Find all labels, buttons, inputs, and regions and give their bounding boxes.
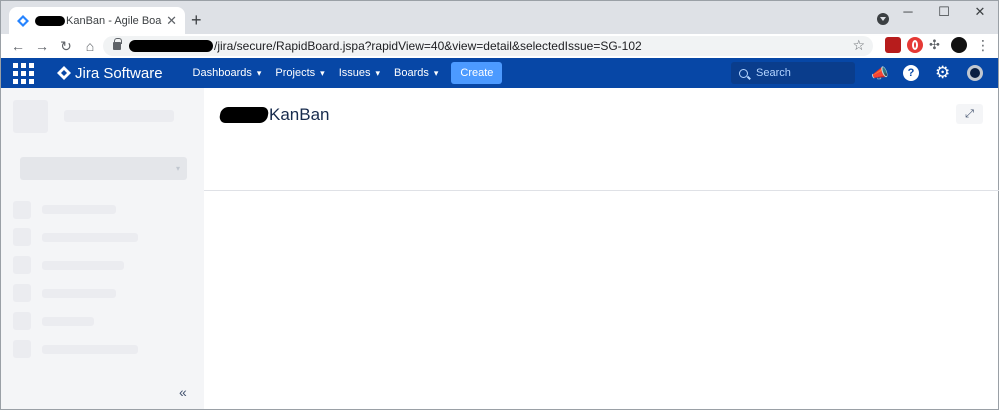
browser-menu-icon[interactable]: ⋮ xyxy=(975,37,991,53)
project-avatar-placeholder xyxy=(13,100,48,133)
new-tab-button[interactable]: + xyxy=(191,10,202,31)
jira-top-nav: Jira Software Dashboards ▾ Projects ▾ Is… xyxy=(0,58,999,88)
page-title: KanBan xyxy=(218,105,330,125)
nav-item-icon-placeholder xyxy=(13,201,31,219)
jira-logo-icon xyxy=(57,66,71,80)
redacted-host xyxy=(129,40,213,52)
help-icon[interactable]: ? xyxy=(903,65,919,81)
nav-item-label-placeholder xyxy=(42,205,116,214)
tab-search-icon[interactable] xyxy=(877,13,889,25)
nav-item-label-placeholder xyxy=(42,317,94,326)
address-bar[interactable]: /jira/secure/RapidBoard.jspa?rapidView=4… xyxy=(103,36,873,56)
nav-item-icon-placeholder xyxy=(13,312,31,330)
redacted-text xyxy=(35,16,65,26)
reload-button[interactable]: ↻ xyxy=(54,38,78,55)
nav-item-label-placeholder xyxy=(42,289,116,298)
nav-item-icon-placeholder xyxy=(13,340,31,358)
nav-item-icon-placeholder xyxy=(13,256,31,274)
close-window-button[interactable]: ✕ xyxy=(962,1,998,25)
menu-issues[interactable]: Issues ▾ xyxy=(339,67,380,79)
menu-label: Dashboards xyxy=(192,67,252,79)
menu-label: Projects xyxy=(275,67,316,79)
nav-item-label-placeholder xyxy=(42,233,138,242)
board-title-text: KanBan xyxy=(269,105,330,124)
browser-tab[interactable]: KanBan - Agile Board - SI ✕ xyxy=(9,7,185,35)
menu-label: Boards xyxy=(394,67,429,79)
create-button[interactable]: Create xyxy=(451,62,503,84)
maximize-button[interactable]: ☐ xyxy=(926,1,962,25)
opera-extension-icon[interactable] xyxy=(907,37,923,53)
nav-item-icon-placeholder xyxy=(13,284,31,302)
gear-icon[interactable]: ⚙ xyxy=(935,64,951,81)
tab-close-icon[interactable]: ✕ xyxy=(166,13,177,29)
browser-toolbar: ← → ↻ ⌂ /jira/secure/RapidBoard.jspa?rap… xyxy=(0,34,999,58)
app-switcher-icon[interactable] xyxy=(12,62,34,84)
chevron-down-icon: ▾ xyxy=(256,67,262,78)
bookmark-star-icon[interactable]: ☆ xyxy=(852,37,865,54)
project-sidebar: ▾ « xyxy=(0,88,204,410)
user-avatar[interactable] xyxy=(967,65,983,81)
menu-projects[interactable]: Projects ▾ xyxy=(275,67,324,79)
search-input[interactable]: Search xyxy=(731,62,855,84)
project-name-placeholder xyxy=(64,110,174,122)
redacted-project-name xyxy=(218,107,270,123)
profile-avatar[interactable] xyxy=(951,37,967,53)
menu-boards[interactable]: Boards ▾ xyxy=(394,67,438,79)
ublock-extension-icon[interactable] xyxy=(885,37,901,53)
chevron-down-icon: ▾ xyxy=(175,164,180,173)
window-controls: ─ ☐ ✕ xyxy=(890,1,998,25)
forward-button[interactable]: → xyxy=(30,38,54,54)
logo-text: Jira Software xyxy=(75,64,163,82)
menu-dashboards[interactable]: Dashboards ▾ xyxy=(193,67,262,79)
back-button[interactable]: ← xyxy=(6,38,30,54)
board-main: KanBan ⤢ xyxy=(204,88,999,410)
chevron-down-icon: ▾ xyxy=(375,67,381,78)
nav-item-label-placeholder xyxy=(42,345,138,354)
chevron-down-icon: ▾ xyxy=(433,67,439,78)
board-selector-placeholder: ▾ xyxy=(20,157,187,180)
expand-icon: ⤢ xyxy=(965,108,974,120)
jira-logo[interactable]: Jira Software xyxy=(57,65,163,82)
browser-tab-strip: KanBan - Agile Board - SI ✕ + ─ ☐ ✕ xyxy=(0,0,999,35)
minimize-button[interactable]: ─ xyxy=(890,1,926,25)
tab-title: KanBan - Agile Board - SI xyxy=(66,15,162,27)
nav-item-icon-placeholder xyxy=(13,228,31,246)
expand-button[interactable]: ⤢ xyxy=(956,104,983,124)
url-text: /jira/secure/RapidBoard.jspa?rapidView=4… xyxy=(214,39,642,53)
chevron-down-icon: ▾ xyxy=(320,67,325,78)
megaphone-icon[interactable]: 📣 xyxy=(871,65,888,81)
collapse-sidebar-icon[interactable]: « xyxy=(179,384,187,400)
extensions-puzzle-icon[interactable]: ✣ xyxy=(929,37,945,53)
header-divider xyxy=(204,190,999,191)
menu-label: Issues xyxy=(338,67,371,79)
home-button[interactable]: ⌂ xyxy=(78,38,102,54)
lock-icon[interactable] xyxy=(113,38,122,50)
jira-favicon-icon xyxy=(17,15,29,27)
search-icon xyxy=(739,68,748,78)
search-placeholder: Search xyxy=(756,67,791,79)
nav-item-label-placeholder xyxy=(42,261,124,270)
